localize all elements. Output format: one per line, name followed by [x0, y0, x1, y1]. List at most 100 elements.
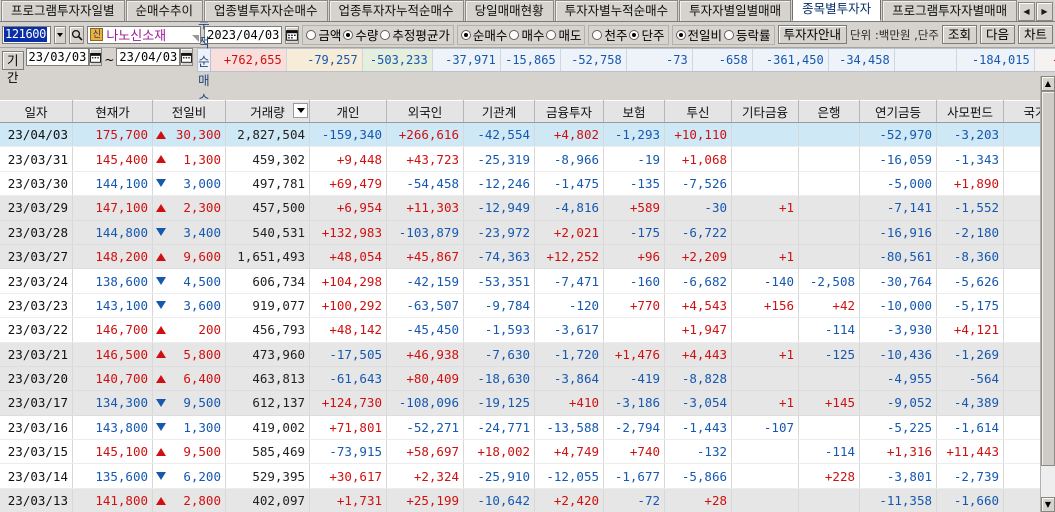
market-badge: 신 — [90, 28, 104, 41]
scroll-up-icon[interactable]: ▲ — [1041, 76, 1055, 91]
table-row[interactable]: 23/03/24 138,600 4,500 606,734 +104,298 -42,1… — [0, 268, 1055, 294]
table-row[interactable]: 23/03/29 147,100 2,300 457,500 +6,954 +11,303… — [0, 195, 1055, 221]
col-header-0[interactable]: 일자 — [0, 100, 73, 123]
magnifier-icon[interactable] — [69, 25, 85, 44]
cell-investor-6: -107 — [731, 415, 799, 441]
tab-3[interactable]: 당일매매현황 — [464, 0, 554, 21]
arrow-up-icon — [156, 350, 166, 359]
stock-name-field[interactable]: 신 나노신소재 — [87, 25, 202, 44]
scroll-down-icon[interactable]: ▼ — [1041, 497, 1055, 512]
col-header-6[interactable]: 기관계 — [463, 100, 535, 123]
vertical-scrollbar[interactable]: ▲ ▼ — [1040, 76, 1055, 512]
cell-investor-8: -5,000 — [859, 171, 937, 197]
stock-investor-terminal: 프로그램투자자일별 ◀ ▶ 순매수추이 업종별투자자순매수 업종투자자누적순매수 당일… — [0, 0, 1055, 512]
period-summary-row: 기간 23/03/03 ~ 23/04/03 순매수 +762,655 -79,… — [0, 16, 1055, 107]
cell-investor-2: -25,910 — [463, 463, 535, 489]
radio-trade-type-0[interactable]: 순매수 — [460, 25, 507, 44]
col-header-4[interactable]: 개인 — [309, 100, 387, 123]
period-from-input[interactable]: 23/03/03 — [25, 48, 90, 66]
tab-nav-prev-icon[interactable]: ◀ — [1018, 2, 1035, 21]
table-row[interactable]: 23/03/17 134,300 9,500 612,137 +124,730 -108,… — [0, 390, 1055, 416]
tab-4[interactable]: 투자자별누적순매수 — [554, 0, 679, 21]
col-header-5[interactable]: 외국인 — [386, 100, 464, 123]
cell-date: 23/03/13 — [0, 488, 73, 512]
radio-trade-type-1[interactable]: 매수 — [509, 25, 544, 44]
tab-0[interactable]: 순매수추이 — [125, 0, 204, 21]
period-to-calendar-icon[interactable] — [180, 48, 194, 66]
col-header-11[interactable]: 은행 — [798, 100, 860, 123]
tab-nav-next-icon[interactable]: ▶ — [1036, 2, 1053, 21]
cumulative-cell-11: -184,015 — [956, 49, 1035, 71]
cell-investor-5: +1,068 — [664, 146, 732, 172]
cell-price: 147,100 — [72, 195, 153, 221]
table-row[interactable]: 23/03/14 135,600 6,200 529,395 +30,617 +2,324… — [0, 463, 1055, 489]
col-header-7[interactable]: 금융투자 — [534, 100, 604, 123]
tab-2[interactable]: 업종투자자누적순매수 — [328, 0, 464, 21]
radio-share-unit-1[interactable]: 단주 — [629, 25, 665, 44]
scroll-thumb[interactable] — [1041, 91, 1055, 466]
cell-volume: 606,734 — [225, 268, 310, 294]
chart-button[interactable]: 차트 — [1017, 25, 1053, 44]
next-button[interactable]: 다음 — [979, 25, 1015, 44]
radio-amount-qty-0[interactable]: 금액 — [306, 25, 341, 44]
col-header-3[interactable]: 거래량 — [225, 100, 310, 123]
col-header-label: 일자 — [24, 105, 48, 120]
radio-trade-type-2[interactable]: 매도 — [546, 25, 581, 44]
table-row[interactable]: 23/03/13 141,800 2,800 402,097 +1,731 +25,199… — [0, 488, 1055, 512]
col-header-13[interactable]: 사모펀드 — [936, 100, 1004, 123]
cell-volume: 585,469 — [225, 439, 310, 465]
radio-share-unit-0[interactable]: 천주 — [592, 25, 627, 44]
investor-guide-button[interactable]: 투자자안내 — [777, 25, 848, 44]
tab-1[interactable]: 업종별투자자순매수 — [204, 0, 328, 21]
period-to-input[interactable]: 23/04/03 — [116, 48, 181, 66]
sort-dropdown-icon[interactable] — [293, 103, 308, 118]
cell-investor-7 — [798, 244, 860, 270]
cell-investor-6 — [731, 171, 799, 197]
tab-6[interactable]: 종목별투자자 — [792, 0, 882, 21]
table-row[interactable]: 23/03/16 143,800 1,300 419,002 +71,801 -52,27… — [0, 415, 1055, 441]
cell-investor-8: -10,000 — [859, 293, 937, 319]
tab-5[interactable]: 투자자별일별매매 — [679, 0, 792, 21]
tab-8[interactable]: 프로그램투자자일별 — [1, 0, 125, 21]
table-row[interactable]: 23/03/31 145,400 1,300 459,302 +9,448 +43,723… — [0, 146, 1055, 172]
cell-investor-1: -52,271 — [386, 415, 464, 441]
table-row[interactable]: 23/03/22 146,700 200 456,793 +48,142 -45,450-… — [0, 317, 1055, 343]
radio-compare-mode-0[interactable]: 전일비 — [675, 25, 722, 44]
cell-investor-3: +4,749 — [534, 439, 604, 465]
tab-7[interactable]: 프로그램투자자별매매 — [882, 0, 1018, 21]
cell-investor-1: -108,096 — [386, 390, 464, 416]
table-row[interactable]: 23/03/15 145,100 9,500 585,469 -73,915 +58,69… — [0, 439, 1055, 465]
chevron-down-icon[interactable] — [53, 25, 67, 44]
table-row[interactable]: 23/03/23 143,100 3,600 919,077 +100,292 -63,5… — [0, 293, 1055, 319]
cell-price: 175,700 — [72, 122, 153, 148]
cell-investor-0: +1,731 — [309, 488, 387, 512]
stock-name-value: 나노신소재 — [106, 29, 167, 44]
period-from-calendar-icon[interactable] — [89, 48, 103, 66]
calendar-icon[interactable] — [285, 25, 300, 44]
stock-code-input[interactable]: 121600 — [2, 25, 51, 44]
arrow-up-icon — [156, 130, 166, 139]
col-header-12[interactable]: 연기금등 — [859, 100, 937, 123]
radio-amount-qty-2[interactable]: 추정평균가 — [380, 25, 450, 44]
col-header-1[interactable]: 현재가 — [72, 100, 153, 123]
radio-amount-qty-1[interactable]: 수량 — [343, 25, 378, 44]
table-row[interactable]: 23/03/27 148,200 9,600 1,651,493 +48,054 +45,… — [0, 244, 1055, 270]
col-header-2[interactable]: 전일비 — [152, 100, 226, 123]
table-row[interactable]: 23/03/20 140,700 6,400 463,813 -61,643 +80,40… — [0, 366, 1055, 392]
table-row[interactable]: 23/03/28 144,800 3,400 540,531 +132,983 -103,… — [0, 220, 1055, 245]
col-header-8[interactable]: 보험 — [603, 100, 665, 123]
investor-table: 일자 현재가 전일비 거래량 개인 외국인 기관계 금융투자 보험 투신 기타금융 은행 연기금등 사모펀… — [0, 100, 1055, 512]
cell-change: 3,600 — [152, 293, 226, 319]
cell-investor-8: -52,970 — [859, 122, 937, 148]
table-row[interactable]: 23/03/21 146,500 5,800 473,960 -17,505 +46,93… — [0, 342, 1055, 367]
cell-investor-2: -53,351 — [463, 268, 535, 294]
table-row[interactable]: 23/03/30 144,100 3,000 497,781 +69,479 -54,45… — [0, 171, 1055, 197]
table-row[interactable]: 23/04/03 175,700 30,300 2,827,504 -159,340 +2… — [0, 122, 1055, 148]
radio-compare-mode-1[interactable]: 등락률 — [724, 25, 771, 44]
col-header-9[interactable]: 투신 — [664, 100, 732, 123]
date-input[interactable]: 2023/04/03 — [204, 25, 283, 44]
col-header-10[interactable]: 기타금융 — [731, 100, 799, 123]
query-button[interactable]: 조회 — [941, 25, 977, 44]
cell-change-value: 9,600 — [183, 249, 221, 265]
radio-dot-icon — [509, 29, 520, 40]
